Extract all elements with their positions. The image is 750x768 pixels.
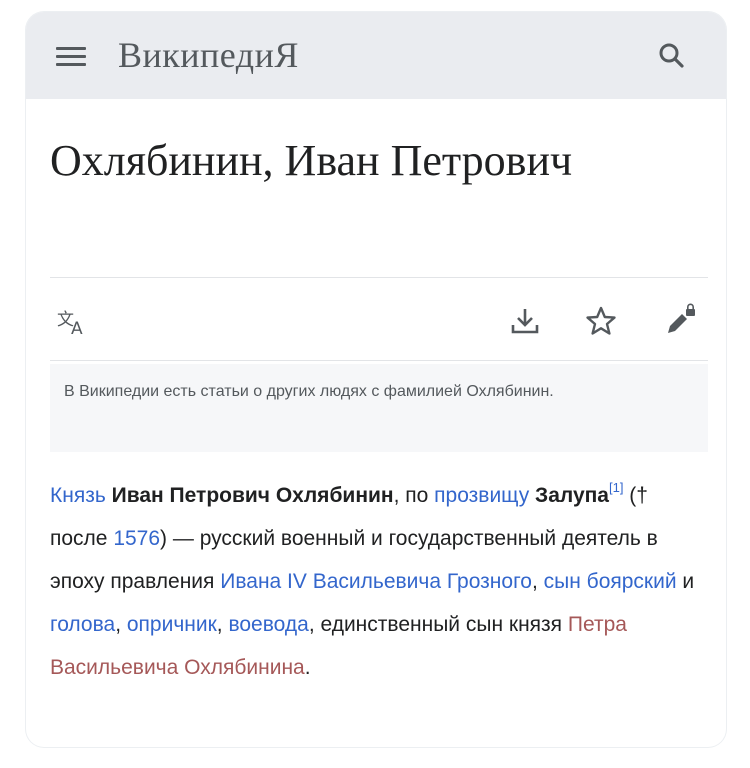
link-knyaz[interactable]: Князь xyxy=(50,484,106,507)
star-icon[interactable] xyxy=(584,304,618,338)
link-syn-boyarsky[interactable]: сын боярский xyxy=(544,570,677,593)
text-segment: , xyxy=(216,613,229,636)
divider xyxy=(50,277,708,278)
top-bar: ВикипедиЯ xyxy=(26,12,726,99)
link-ivan-grozny[interactable]: Ивана IV Васильевича Грозного xyxy=(220,570,532,593)
divider xyxy=(50,360,708,361)
page-title: Охлябинин, Иван Петрович xyxy=(50,136,573,185)
download-icon[interactable] xyxy=(508,304,542,338)
hatnote-text: В Википедии есть статьи о других людях с… xyxy=(64,383,554,400)
menu-icon[interactable] xyxy=(56,45,88,69)
reference-link[interactable]: [1] xyxy=(609,480,623,495)
bold-nickname: Залупа xyxy=(535,484,609,507)
bold-name: Иван Петрович Охлябинин xyxy=(111,484,394,507)
reference-sup: [1] xyxy=(609,480,623,495)
svg-text:A: A xyxy=(71,319,83,338)
text-segment: , xyxy=(531,570,544,593)
text-segment: и xyxy=(676,570,695,593)
article-card: ВикипедиЯ Охлябинин, Иван Петрович 文 A В… xyxy=(26,12,726,747)
language-icon[interactable]: 文 A xyxy=(56,306,96,338)
link-oprichnik[interactable]: опричник xyxy=(127,613,217,636)
text-segment: . xyxy=(304,656,311,679)
hatnote: В Википедии есть статьи о других людях с… xyxy=(50,364,708,452)
link-prozvishchu[interactable]: прозвищу xyxy=(434,484,529,507)
link-golova[interactable]: голова xyxy=(50,613,115,636)
wikipedia-logo[interactable]: ВикипедиЯ xyxy=(118,30,299,80)
edit-lock-icon[interactable] xyxy=(662,303,698,339)
search-icon[interactable] xyxy=(656,40,688,72)
article-lead-paragraph: Князь Иван Петрович Охлябинин, по прозви… xyxy=(50,474,710,689)
text-segment: , xyxy=(115,613,127,636)
link-voevoda[interactable]: воевода xyxy=(228,613,308,636)
text-segment: , по xyxy=(393,484,435,507)
text-segment: , единственный сын князя xyxy=(308,613,568,636)
link-year[interactable]: 1576 xyxy=(113,527,160,550)
